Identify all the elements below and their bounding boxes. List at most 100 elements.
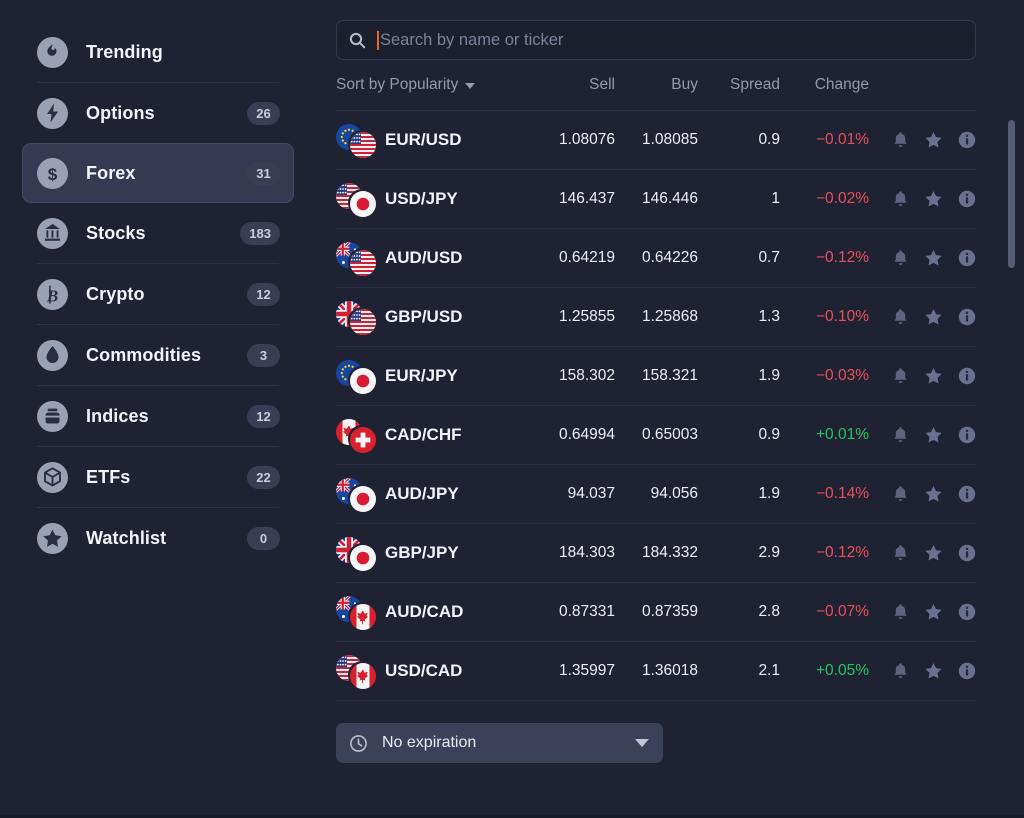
info-icon[interactable] (958, 426, 976, 444)
cell-buy: 1.25868 (641, 308, 698, 325)
column-header-buy[interactable]: Buy (615, 76, 698, 94)
favorite-star-icon[interactable] (924, 367, 943, 385)
currency-pair-flags-icon (336, 537, 376, 571)
sidebar-item-commodities[interactable]: Commodities 3 (22, 325, 294, 385)
column-header-spread[interactable]: Spread (698, 76, 780, 94)
sort-by-dropdown[interactable]: Sort by Popularity (336, 76, 476, 94)
favorite-star-icon[interactable] (924, 131, 943, 149)
alert-bell-icon[interactable] (892, 367, 909, 385)
favorite-star-icon[interactable] (924, 662, 943, 680)
favorite-star-icon[interactable] (924, 249, 943, 267)
instrument-cell: AUD/CAD (336, 596, 505, 630)
row-actions (869, 426, 976, 444)
sidebar-item-badge: 183 (240, 221, 280, 245)
sidebar-item-trending[interactable]: Trending (22, 22, 294, 82)
alert-bell-icon[interactable] (892, 308, 909, 326)
cell-spread: 2.9 (758, 544, 780, 561)
instrument-cell: GBP/JPY (336, 537, 505, 571)
currency-pair-flags-icon (336, 124, 376, 158)
alert-bell-icon[interactable] (892, 131, 909, 149)
cell-spread: 0.9 (758, 426, 780, 443)
table-row[interactable]: USD/JPY 146.437 146.446 1 −0.02% (336, 169, 976, 228)
favorite-star-icon[interactable] (924, 485, 943, 503)
info-icon[interactable] (958, 308, 976, 326)
instrument-cell: EUR/JPY (336, 360, 505, 394)
cell-spread: 1.9 (758, 367, 780, 384)
alert-bell-icon[interactable] (892, 485, 909, 503)
expiration-dropdown[interactable]: No expiration (336, 723, 663, 763)
alert-bell-icon[interactable] (892, 603, 909, 621)
quote-currency-flag-icon (350, 604, 376, 630)
table-row[interactable]: AUD/CAD 0.87331 0.87359 2.8 −0.07% (336, 582, 976, 641)
column-header-sell[interactable]: Sell (505, 76, 615, 94)
alert-bell-icon[interactable] (892, 249, 909, 267)
table-header: Sort by Popularity Sell Buy Spread Chang… (320, 60, 1000, 110)
sidebar-item-stocks[interactable]: Stocks 183 (22, 203, 294, 263)
sidebar-item-badge: 12 (247, 282, 280, 306)
quote-currency-flag-icon (350, 427, 376, 453)
quote-currency-flag-icon (350, 132, 376, 158)
sidebar-item-badge: 31 (247, 161, 280, 185)
table-row[interactable]: AUD/JPY 94.037 94.056 1.9 −0.14% (336, 464, 976, 523)
alert-bell-icon[interactable] (892, 662, 909, 680)
info-icon[interactable] (958, 485, 976, 503)
cell-spread: 2.1 (758, 662, 780, 679)
cell-sell: 0.64994 (558, 426, 615, 443)
table-row[interactable]: AUD/USD 0.64219 0.64226 0.7 −0.12% (336, 228, 976, 287)
table-row[interactable]: GBP/USD 1.25855 1.25868 1.3 −0.10% (336, 287, 976, 346)
cell-buy: 0.64226 (641, 249, 698, 266)
info-icon[interactable] (958, 131, 976, 149)
cell-buy: 158.321 (641, 367, 698, 384)
table-scrollbar-track[interactable] (1008, 112, 1015, 722)
sidebar-item-badge: 12 (247, 404, 280, 428)
currency-pair-flags-icon (336, 183, 376, 217)
favorite-star-icon[interactable] (924, 603, 943, 621)
sidebar-item-forex[interactable]: $ Forex 31 (22, 143, 294, 203)
favorite-star-icon[interactable] (924, 544, 943, 562)
sidebar-item-etfs[interactable]: ETFs 22 (22, 447, 294, 507)
instrument-name: GBP/USD (385, 307, 463, 326)
sidebar-item-label: Forex (86, 162, 136, 183)
instrument-cell: EUR/USD (336, 124, 505, 158)
sidebar-item-badge: 3 (247, 343, 280, 367)
currency-pair-flags-icon (336, 301, 376, 335)
favorite-star-icon[interactable] (924, 426, 943, 444)
alert-bell-icon[interactable] (892, 544, 909, 562)
instrument-cell: AUD/JPY (336, 478, 505, 512)
info-icon[interactable] (958, 603, 976, 621)
sidebar-item-label: Indices (86, 405, 149, 426)
sidebar-item-crypto[interactable]: B Crypto 12 (22, 264, 294, 324)
info-icon[interactable] (958, 249, 976, 267)
currency-pair-flags-icon (336, 478, 376, 512)
row-actions (869, 131, 976, 149)
table-row[interactable]: EUR/JPY 158.302 158.321 1.9 −0.03% (336, 346, 976, 405)
table-scrollbar-thumb[interactable] (1008, 120, 1015, 268)
instrument-name: AUD/CAD (385, 602, 464, 621)
favorite-star-icon[interactable] (924, 190, 943, 208)
alert-bell-icon[interactable] (892, 190, 909, 208)
quote-currency-flag-icon (350, 486, 376, 512)
cell-buy: 1.08085 (641, 131, 698, 148)
favorite-star-icon[interactable] (924, 308, 943, 326)
info-icon[interactable] (958, 544, 976, 562)
sidebar-item-indices[interactable]: Indices 12 (22, 386, 294, 446)
cell-sell: 0.64219 (558, 249, 615, 266)
text-cursor (377, 30, 379, 50)
cell-change: −0.12% (815, 544, 869, 561)
table-row[interactable]: GBP/JPY 184.303 184.332 2.9 −0.12% (336, 523, 976, 582)
table-row[interactable]: EUR/USD 1.08076 1.08085 0.9 −0.01% (336, 110, 976, 169)
info-icon[interactable] (958, 662, 976, 680)
instrument-cell: AUD/USD (336, 242, 505, 276)
table-row[interactable]: CAD/CHF 0.64994 0.65003 0.9 +0.01% (336, 405, 976, 464)
info-icon[interactable] (958, 367, 976, 385)
currency-pair-flags-icon (336, 596, 376, 630)
sidebar-item-options[interactable]: Options 26 (22, 83, 294, 143)
sidebar-item-label: Commodities (86, 344, 202, 365)
table-row[interactable]: USD/CAD 1.35997 1.36018 2.1 +0.05% (336, 641, 976, 700)
search-input[interactable]: Search by name or ticker (336, 20, 976, 60)
cell-sell: 184.303 (558, 544, 615, 561)
column-header-change[interactable]: Change (780, 76, 869, 94)
alert-bell-icon[interactable] (892, 426, 909, 444)
sidebar-item-watchlist[interactable]: Watchlist 0 (22, 508, 294, 568)
info-icon[interactable] (958, 190, 976, 208)
